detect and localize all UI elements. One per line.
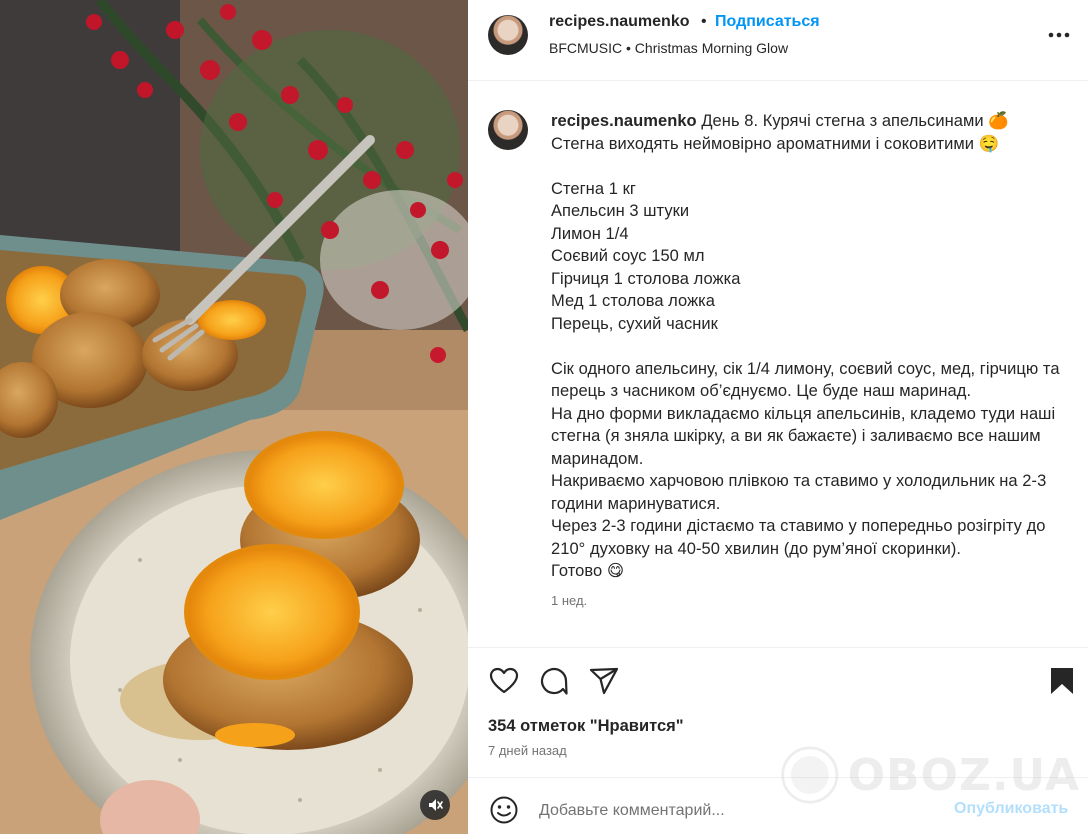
caption-avatar[interactable] bbox=[488, 110, 528, 150]
post-date: 7 дней назад bbox=[488, 743, 567, 758]
speaker-muted-icon bbox=[429, 799, 443, 811]
caption-body: День 8. Курячі стегна з апельсинами 🍊 Ст… bbox=[551, 112, 1060, 580]
follow-button[interactable]: Подписаться bbox=[715, 13, 820, 31]
mute-toggle-button[interactable] bbox=[420, 790, 450, 820]
post-side-panel: recipes.naumenko • Подписаться BFCMUSIC … bbox=[468, 0, 1088, 834]
likes-count[interactable]: 354 отметок "Нравится" bbox=[488, 717, 684, 736]
header-username[interactable]: recipes.naumenko bbox=[549, 13, 690, 31]
post-header: recipes.naumenko • Подписаться BFCMUSIC … bbox=[468, 0, 1088, 81]
comment-input[interactable] bbox=[537, 798, 901, 824]
audio-track-link[interactable]: BFCMUSIC • Christmas Morning Glow bbox=[549, 40, 788, 56]
share-icon[interactable] bbox=[588, 665, 620, 697]
food-photo bbox=[0, 0, 468, 834]
comment-icon[interactable] bbox=[538, 665, 570, 697]
post-video[interactable] bbox=[0, 0, 468, 834]
add-comment-bar: Опубликовать bbox=[468, 777, 1088, 835]
caption-username[interactable]: recipes.naumenko bbox=[551, 112, 697, 130]
post-comment-button[interactable]: Опубликовать bbox=[954, 800, 1068, 818]
bookmark-icon[interactable] bbox=[1046, 665, 1078, 697]
more-horizontal-icon[interactable] bbox=[1046, 22, 1072, 48]
emoji-icon[interactable] bbox=[489, 795, 519, 825]
heart-icon[interactable] bbox=[488, 665, 520, 697]
separator-dot: • bbox=[701, 13, 707, 30]
caption-text: recipes.naumenko День 8. Курячі стегна з… bbox=[551, 110, 1071, 583]
caption-time-ago: 1 нед. bbox=[551, 593, 588, 608]
avatar[interactable] bbox=[488, 15, 528, 55]
actions-section: 354 отметок "Нравится" 7 дней назад bbox=[468, 647, 1088, 778]
caption-section: recipes.naumenko День 8. Курячі стегна з… bbox=[468, 80, 1088, 648]
